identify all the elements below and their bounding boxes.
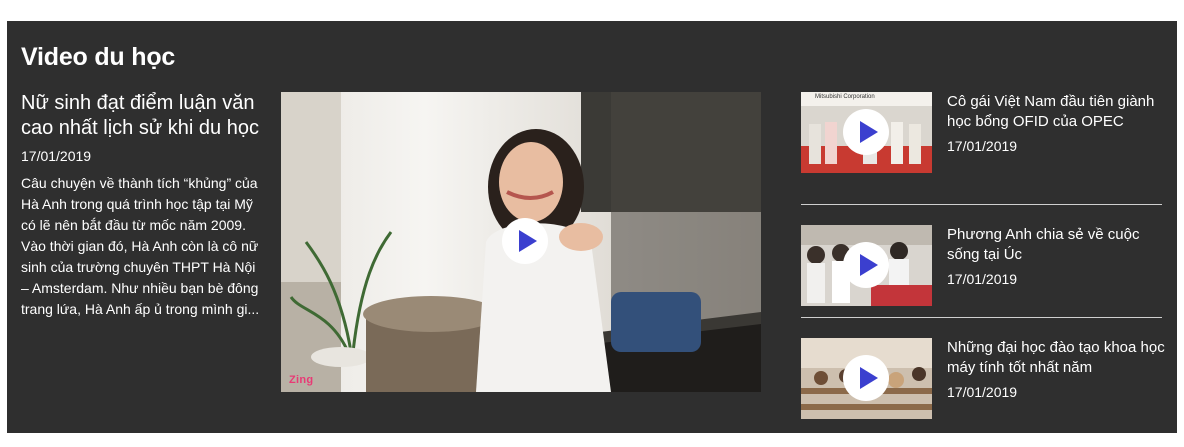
play-icon[interactable] bbox=[843, 355, 889, 401]
video-section: Video du học Nữ sinh đạt điểm luận văn c… bbox=[7, 21, 1177, 433]
featured-date: 17/01/2019 bbox=[21, 148, 92, 164]
side-item-date: 17/01/2019 bbox=[947, 138, 1018, 154]
side-item-date: 17/01/2019 bbox=[947, 271, 1018, 287]
side-item-title[interactable]: Những đại học đào tạo khoa học máy tính … bbox=[947, 338, 1167, 378]
side-item-text: Phương Anh chia sẻ về cuộc sống tại Úc 1… bbox=[947, 225, 1167, 288]
video-thumbnail[interactable] bbox=[801, 338, 932, 419]
play-icon[interactable] bbox=[843, 109, 889, 155]
play-icon[interactable] bbox=[502, 218, 548, 264]
side-item-text: Những đại học đào tạo khoa học máy tính … bbox=[947, 338, 1167, 401]
list-item[interactable]: Phương Anh chia sẻ về cuộc sống tại Úc 1… bbox=[801, 204, 1162, 317]
featured-article: Nữ sinh đạt điểm luận văn cao nhất lịch … bbox=[21, 91, 267, 320]
watermark-logo: Zing bbox=[289, 374, 314, 386]
side-item-text: Cô gái Việt Nam đầu tiên giành học bổng … bbox=[947, 92, 1167, 155]
video-thumbnail[interactable] bbox=[801, 225, 932, 306]
list-item[interactable]: Mitsubishi Corporation Cô gái Việt Nam đ… bbox=[801, 92, 1162, 204]
banner-text: Mitsubishi Corporation bbox=[815, 94, 875, 100]
featured-video-thumbnail[interactable]: Zing bbox=[281, 92, 761, 392]
featured-summary: Câu chuyện về thành tích “khủng” của Hà … bbox=[21, 175, 260, 317]
side-item-title[interactable]: Phương Anh chia sẻ về cuộc sống tại Úc bbox=[947, 225, 1167, 265]
section-title: Video du học bbox=[21, 43, 176, 71]
side-item-date: 17/01/2019 bbox=[947, 384, 1018, 400]
side-video-list: Mitsubishi Corporation Cô gái Việt Nam đ… bbox=[801, 92, 1165, 430]
featured-title[interactable]: Nữ sinh đạt điểm luận văn cao nhất lịch … bbox=[21, 91, 267, 141]
list-item[interactable]: Những đại học đào tạo khoa học máy tính … bbox=[801, 317, 1165, 430]
play-icon[interactable] bbox=[843, 242, 889, 288]
video-thumbnail[interactable]: Mitsubishi Corporation bbox=[801, 92, 932, 173]
side-item-title[interactable]: Cô gái Việt Nam đầu tiên giành học bổng … bbox=[947, 92, 1167, 132]
